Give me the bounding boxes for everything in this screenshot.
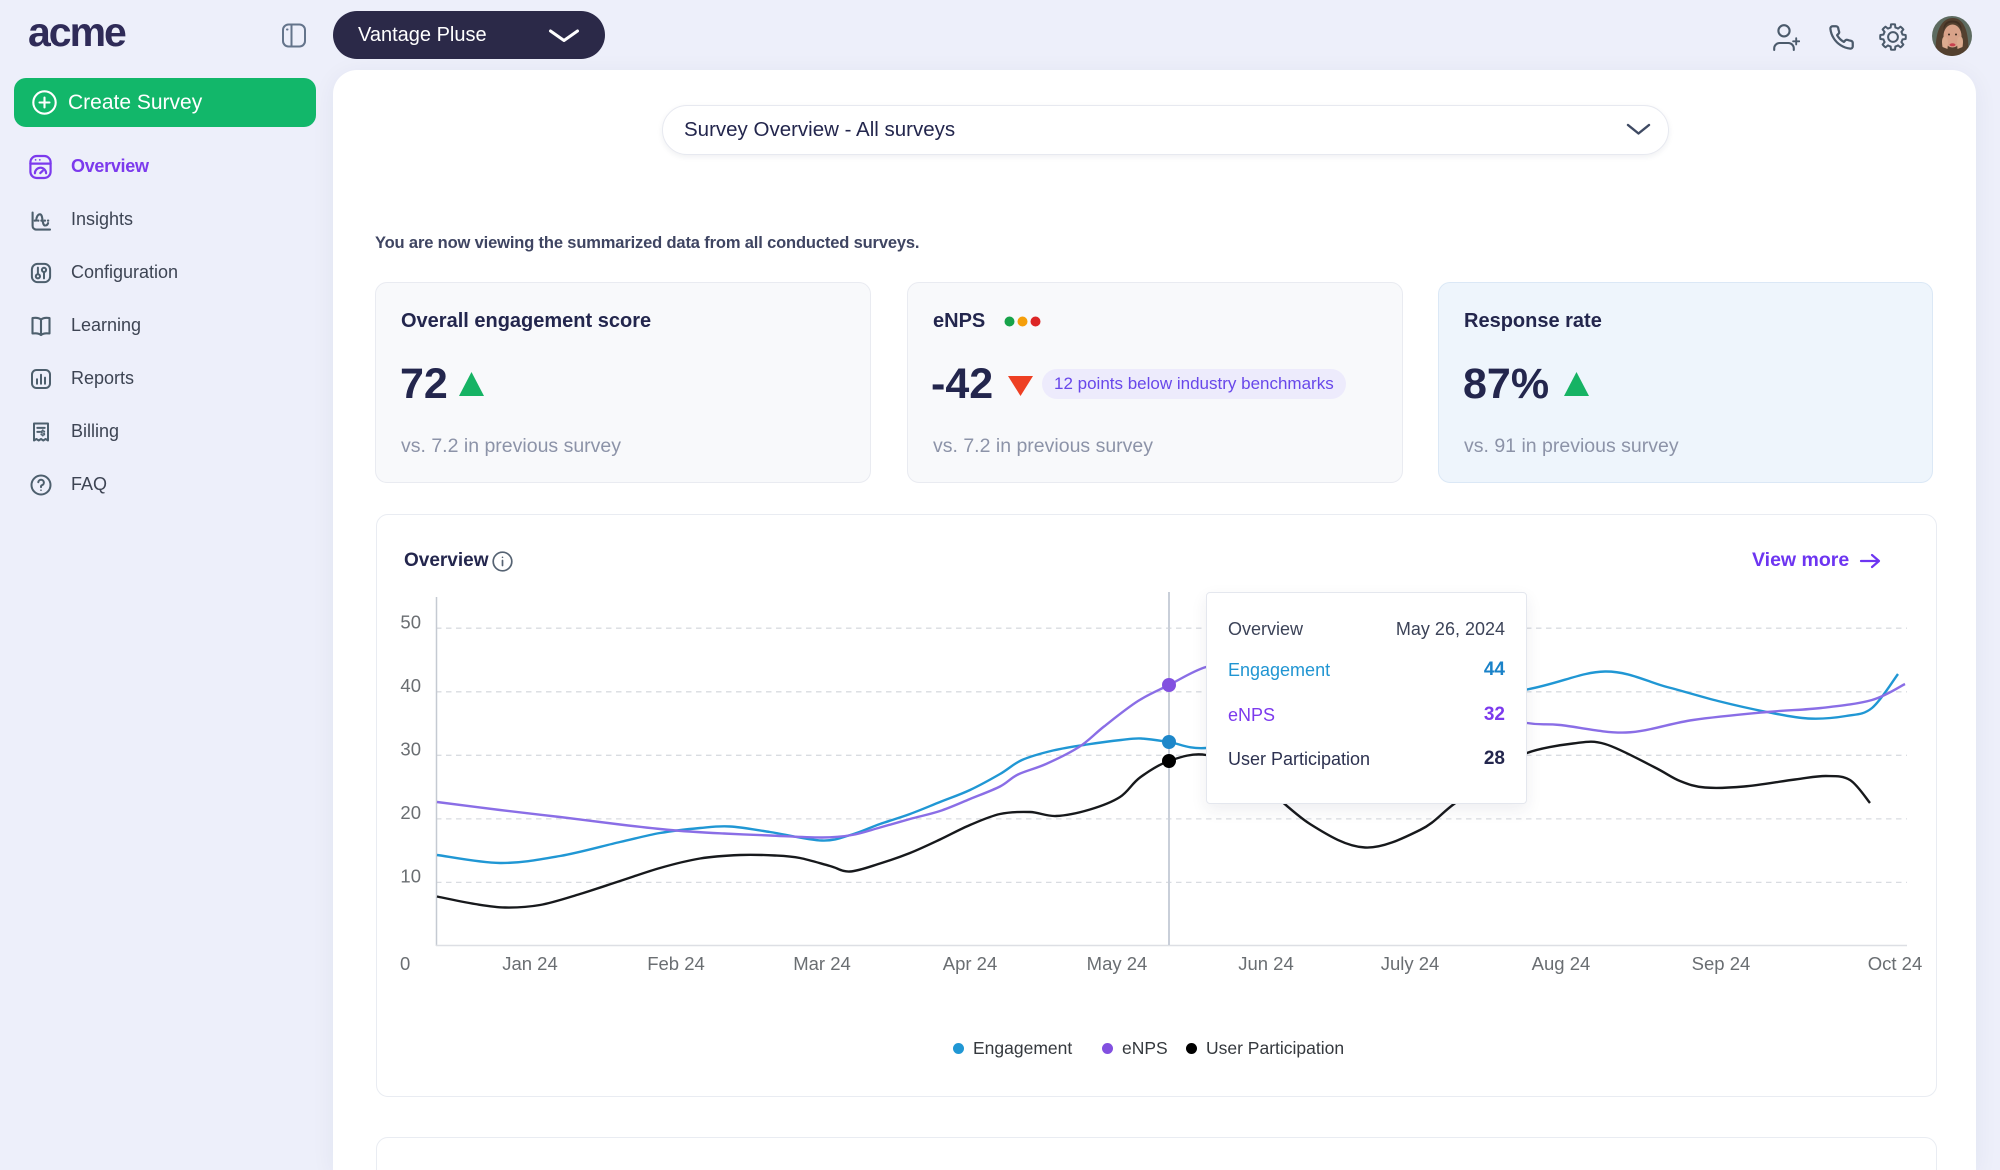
svg-text:0: 0 xyxy=(400,953,410,974)
svg-text:10: 10 xyxy=(400,866,421,887)
svg-text:Sep 24: Sep 24 xyxy=(1692,953,1751,974)
svg-text:50: 50 xyxy=(400,612,421,633)
svg-text:30: 30 xyxy=(400,739,421,760)
svg-text:40: 40 xyxy=(400,675,421,696)
svg-text:Jun 24: Jun 24 xyxy=(1238,953,1294,974)
svg-text:Jan 24: Jan 24 xyxy=(502,953,558,974)
svg-text:Mar 24: Mar 24 xyxy=(793,953,851,974)
svg-text:May 24: May 24 xyxy=(1087,953,1148,974)
svg-text:July 24: July 24 xyxy=(1381,953,1440,974)
svg-text:Oct 24: Oct 24 xyxy=(1868,953,1923,974)
svg-text:Aug 24: Aug 24 xyxy=(1532,953,1591,974)
svg-text:20: 20 xyxy=(400,802,421,823)
svg-text:Apr 24: Apr 24 xyxy=(943,953,998,974)
svg-text:Feb 24: Feb 24 xyxy=(647,953,705,974)
